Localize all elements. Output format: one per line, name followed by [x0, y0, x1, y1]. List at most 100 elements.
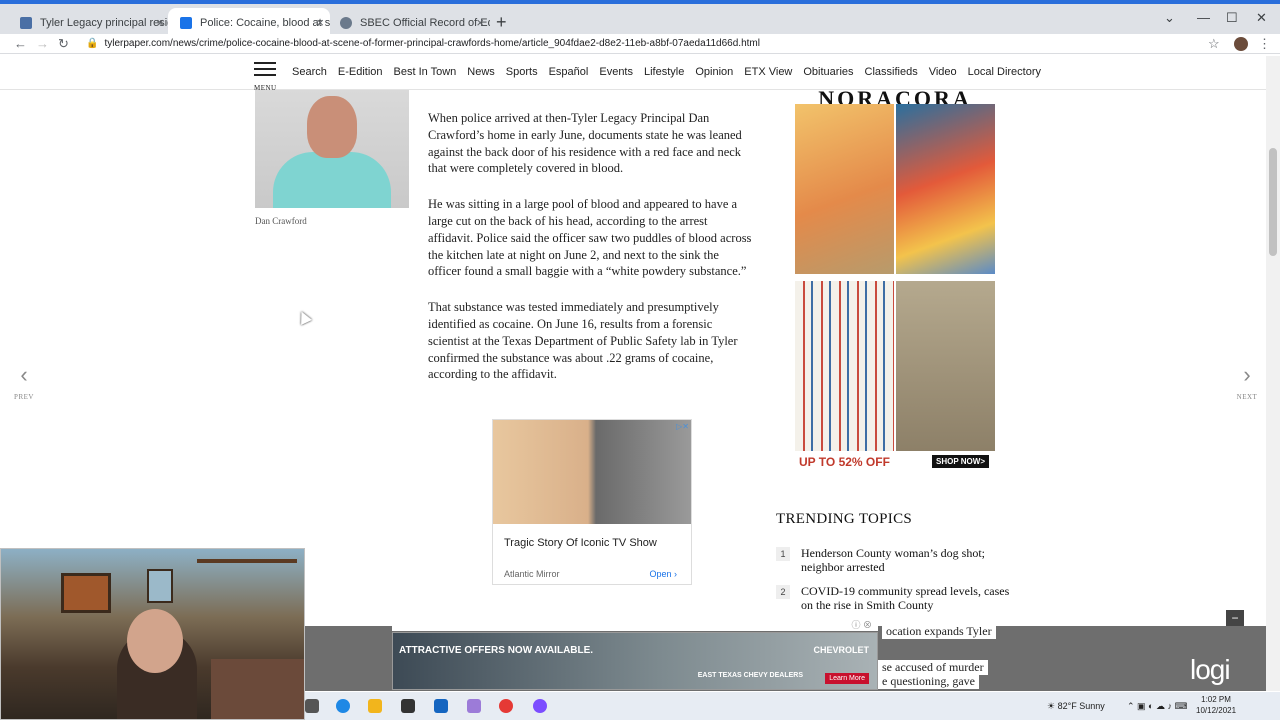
nav-best-in-town[interactable]: Best In Town [394, 66, 457, 78]
weather-text: 82°F Sunny [1057, 701, 1105, 711]
page-scrollbar[interactable] [1266, 56, 1280, 691]
adchoices-icon[interactable]: ▷✕ [676, 422, 689, 431]
nav-events[interactable]: Events [599, 66, 633, 78]
nav-etx-view[interactable]: ETX View [744, 66, 792, 78]
nav-local-directory[interactable]: Local Directory [968, 66, 1041, 78]
close-window-icon[interactable]: ✕ [1256, 10, 1267, 26]
trending-number: 2 [776, 585, 790, 599]
ad-product-tile[interactable] [896, 281, 995, 451]
trending-link-partial[interactable]: ocation expands Tyler [882, 624, 996, 639]
ad-product-tile[interactable] [896, 104, 995, 274]
ad-open-link[interactable]: Open › [649, 569, 677, 579]
chrome-icon[interactable] [499, 699, 513, 713]
address-bar: ← → ↻ 🔒 tylerpaper.com/news/crime/police-… [0, 34, 1280, 54]
ad-product-tile[interactable] [795, 281, 894, 451]
globe-icon [340, 17, 352, 29]
site-favicon-icon [20, 17, 32, 29]
store-icon[interactable] [401, 699, 415, 713]
nav-espanol[interactable]: Español [549, 66, 589, 78]
prev-article-button[interactable]: ‹ PREV [10, 364, 38, 404]
ad-product-tile[interactable] [795, 104, 894, 274]
nav-news[interactable]: News [467, 66, 495, 78]
clock-time: 1:02 PM [1201, 695, 1231, 704]
nav-search[interactable]: Search [292, 66, 327, 78]
learn-more-button[interactable]: Learn More [825, 673, 869, 684]
shop-now-button[interactable]: SHOP NOW> [932, 455, 989, 468]
tab-title: SBEC Official Record of Educato [360, 17, 490, 29]
url-text: tylerpaper.com/news/crime/police-cocaine… [104, 38, 760, 49]
url-field[interactable]: 🔒 tylerpaper.com/news/crime/police-cocain… [86, 34, 760, 54]
tab-title: Police: Cocaine, blood at scene o [200, 17, 330, 29]
banner-brand: CHEVROLET [813, 645, 869, 655]
hamburger-icon [254, 62, 276, 64]
tab-title: Tyler Legacy principal resigns in [40, 17, 170, 29]
file-explorer-icon[interactable] [368, 699, 382, 713]
fashion-display-ad[interactable]: NORACORA UP TO 52% OFF SHOP NOW> [795, 86, 995, 472]
trending-link-partial[interactable]: e questioning, gave [878, 674, 979, 689]
back-arrow-icon[interactable]: ← [14, 34, 27, 54]
sun-icon: ☀ [1047, 701, 1056, 711]
system-tray-icons[interactable]: ⌃ ▣ ◐ ☁ ♪ ⌨ [1127, 692, 1187, 720]
mail-icon[interactable] [434, 699, 448, 713]
ad-open-label: Open [649, 569, 672, 579]
more-menu-icon[interactable]: ⋮ [1258, 34, 1271, 54]
article-paragraph: He was sitting in a large pool of blood … [428, 197, 752, 279]
article-body: When police arrived at then-Tyler Legacy… [428, 110, 754, 402]
app-icon[interactable] [533, 699, 547, 713]
bookmark-star-icon[interactable]: ☆ [1208, 34, 1220, 54]
next-label: NEXT [1236, 393, 1258, 401]
ad-promo-text: UP TO 52% OFF [799, 455, 890, 469]
trending-link-partial[interactable]: se accused of murder [878, 660, 988, 675]
weather-widget[interactable]: ☀ 82°F Sunny [1047, 692, 1105, 720]
reload-icon[interactable]: ↻ [58, 34, 69, 54]
webcam-shelf [197, 559, 297, 563]
nav-obituaries[interactable]: Obituaries [803, 66, 853, 78]
nav-e-edition[interactable]: E-Edition [338, 66, 383, 78]
next-article-button[interactable]: › NEXT [1233, 364, 1261, 404]
site-favicon-icon [180, 17, 192, 29]
article-paragraph: That substance was tested immediately an… [428, 300, 738, 382]
tab-search-chevron-icon[interactable]: ⌄ [1164, 10, 1175, 26]
chevron-left-icon: ‹ [20, 362, 28, 387]
logi-logo: logi [1190, 654, 1231, 685]
trending-link[interactable]: COVID-19 community spread levels, cases … [801, 584, 1016, 612]
webcam-sofa [211, 659, 304, 719]
banner-headline: ATTRACTIVE OFFERS NOW AVAILABLE. [399, 645, 594, 656]
mugshot-photo[interactable] [255, 90, 409, 208]
article-paragraph: When police arrived at then-Tyler Legacy… [428, 111, 742, 176]
nav-classifieds[interactable]: Classifieds [865, 66, 918, 78]
scrollbar-thumb[interactable] [1269, 148, 1277, 256]
task-view-icon[interactable] [305, 699, 319, 713]
inline-sponsored-ad[interactable]: ▷✕ Tragic Story Of Iconic TV Show Atlant… [492, 419, 692, 585]
nav-lifestyle[interactable]: Lifestyle [644, 66, 684, 78]
trending-link[interactable]: Henderson County woman’s dog shot; neigh… [801, 546, 1016, 574]
new-tab-plus-icon[interactable]: + [496, 12, 507, 33]
close-ad-icon[interactable]: ⓘ ⊗ [851, 618, 872, 631]
browser-tab-bar: Tyler Legacy principal resigns in × Poli… [0, 0, 1280, 38]
profile-avatar[interactable] [1234, 37, 1248, 51]
forward-arrow-icon[interactable]: → [36, 34, 49, 54]
hamburger-icon-bar [254, 74, 276, 76]
site-navigation: MENU Search E-Edition Best In Town News … [0, 56, 1280, 92]
minimize-overlay-button[interactable]: − [1226, 610, 1244, 626]
minimize-window-icon[interactable]: — [1197, 10, 1210, 25]
webcam-person-face [127, 609, 183, 673]
chevron-right-icon: › [1243, 362, 1251, 387]
photo-body-shape [273, 152, 391, 208]
hamburger-icon-bar [254, 68, 276, 70]
webcam-painting [61, 573, 111, 613]
nav-opinion[interactable]: Opinion [695, 66, 733, 78]
maximize-window-icon[interactable]: ☐ [1226, 10, 1238, 26]
nav-sports[interactable]: Sports [506, 66, 538, 78]
webcam-feed [0, 548, 305, 720]
ad-image [493, 420, 691, 524]
chevrolet-banner-ad[interactable]: ATTRACTIVE OFFERS NOW AVAILABLE. CHEVROL… [392, 632, 878, 690]
clock-date: 10/12/2021 [1196, 706, 1237, 715]
taskbar-clock[interactable]: 1:02 PM 10/12/2021 [1196, 694, 1236, 716]
lock-icon: 🔒 [86, 38, 99, 49]
ad-promo-bar: UP TO 52% OFF SHOP NOW> [795, 453, 995, 472]
ad-title[interactable]: Tragic Story Of Iconic TV Show [504, 537, 657, 549]
app-icon[interactable] [467, 699, 481, 713]
edge-browser-icon[interactable] [336, 699, 350, 713]
nav-video[interactable]: Video [929, 66, 957, 78]
